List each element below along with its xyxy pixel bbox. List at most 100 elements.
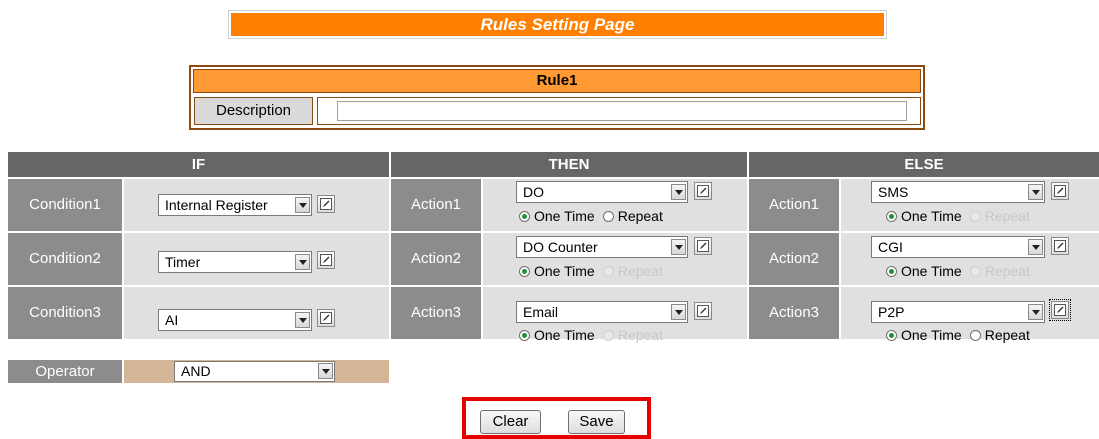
- else-action-value: CGI: [878, 239, 903, 255]
- operator-value: AND: [181, 363, 211, 379]
- chevron-down-icon[interactable]: [295, 197, 310, 213]
- repeat-radio[interactable]: [602, 266, 614, 277]
- repeat-mode-group: One Time Repeat: [886, 327, 1030, 343]
- clear-button[interactable]: Clear: [480, 410, 541, 434]
- repeat-radio[interactable]: [969, 266, 981, 277]
- repeat-label: Repeat: [617, 327, 663, 343]
- else-header: ELSE: [749, 152, 1099, 177]
- condition-label: Condition1: [8, 179, 122, 231]
- chevron-down-icon[interactable]: [295, 312, 310, 328]
- else-action-label: Action1: [749, 179, 839, 231]
- one-time-label: One Time: [534, 263, 595, 279]
- then-action-label: Action2: [391, 233, 481, 285]
- one-time-label: One Time: [901, 263, 962, 279]
- page-title-bar: Rules Setting Page: [228, 10, 887, 39]
- else-action-label: Action3: [749, 287, 839, 339]
- one-time-label: One Time: [534, 208, 595, 224]
- one-time-radio[interactable]: [519, 330, 530, 341]
- then-action-cell: DO One Time Repeat: [483, 179, 747, 231]
- edit-icon[interactable]: [317, 195, 335, 213]
- repeat-label: Repeat: [984, 327, 1030, 343]
- condition-value: Timer: [165, 254, 201, 270]
- description-cell: [317, 97, 921, 125]
- chevron-down-icon[interactable]: [318, 363, 333, 379]
- repeat-mode-group: One Time Repeat: [886, 208, 1030, 224]
- edit-icon[interactable]: [694, 237, 712, 255]
- edit-icon[interactable]: [694, 302, 712, 320]
- repeat-label: Repeat: [617, 263, 663, 279]
- repeat-mode-group: One Time Repeat: [519, 263, 663, 279]
- chevron-down-icon[interactable]: [671, 304, 686, 320]
- edit-icon[interactable]: [1049, 299, 1071, 321]
- condition-cell: Internal Register: [124, 179, 389, 231]
- then-action-label: Action3: [391, 287, 481, 339]
- condition-value: Internal Register: [165, 197, 268, 213]
- chevron-down-icon[interactable]: [671, 184, 686, 200]
- rule-grid: IF THEN ELSE Condition1 Internal Registe…: [8, 152, 1099, 383]
- then-action-value: DO Counter: [523, 239, 598, 255]
- chevron-down-icon[interactable]: [1028, 239, 1043, 255]
- condition-cell: AI: [124, 287, 389, 339]
- rule-panel: Rule1 Description: [189, 65, 925, 130]
- one-time-radio[interactable]: [886, 330, 897, 341]
- save-button[interactable]: Save: [568, 410, 625, 434]
- then-action-select[interactable]: Email: [516, 301, 688, 323]
- one-time-label: One Time: [534, 327, 595, 343]
- rule-name: Rule1: [193, 69, 921, 93]
- repeat-radio[interactable]: [969, 330, 981, 341]
- condition-cell: Timer: [124, 233, 389, 285]
- chevron-down-icon[interactable]: [1028, 184, 1043, 200]
- then-action-select[interactable]: DO: [516, 181, 688, 203]
- one-time-label: One Time: [901, 327, 962, 343]
- then-action-cell: Email One Time Repeat: [483, 287, 747, 343]
- else-action-select[interactable]: SMS: [871, 181, 1045, 203]
- condition-select[interactable]: Internal Register: [158, 194, 312, 216]
- else-action-cell: CGI One Time Repeat: [841, 233, 1099, 285]
- edit-icon[interactable]: [1051, 237, 1069, 255]
- edit-icon[interactable]: [1051, 182, 1069, 200]
- else-action-select[interactable]: CGI: [871, 236, 1045, 258]
- repeat-radio[interactable]: [602, 330, 614, 341]
- else-action-cell: P2P One Time Repeat: [841, 287, 1099, 343]
- else-action-label: Action2: [749, 233, 839, 285]
- repeat-mode-group: One Time Repeat: [886, 263, 1030, 279]
- condition-label: Condition2: [8, 233, 122, 285]
- description-input[interactable]: [337, 101, 907, 121]
- one-time-radio[interactable]: [519, 211, 530, 222]
- condition-select[interactable]: AI: [158, 309, 312, 331]
- operator-select[interactable]: AND: [174, 361, 335, 382]
- edit-icon[interactable]: [694, 182, 712, 200]
- repeat-radio[interactable]: [969, 211, 981, 222]
- else-action-value: SMS: [878, 184, 909, 200]
- condition-value: AI: [165, 312, 179, 328]
- repeat-radio[interactable]: [602, 211, 614, 222]
- description-label: Description: [194, 97, 313, 125]
- edit-icon[interactable]: [317, 309, 335, 327]
- page-title: Rules Setting Page: [231, 13, 884, 36]
- else-action-select[interactable]: P2P: [871, 301, 1045, 323]
- repeat-label: Repeat: [617, 208, 663, 224]
- then-action-value: DO: [523, 184, 544, 200]
- then-action-value: Email: [523, 304, 559, 320]
- then-action-cell: DO Counter One Time Repeat: [483, 233, 747, 285]
- one-time-radio[interactable]: [886, 211, 897, 222]
- edit-icon[interactable]: [317, 251, 335, 269]
- condition-select[interactable]: Timer: [158, 251, 312, 273]
- else-action-value: P2P: [878, 304, 905, 320]
- one-time-radio[interactable]: [519, 266, 530, 277]
- chevron-down-icon[interactable]: [295, 254, 310, 270]
- chevron-down-icon[interactable]: [1028, 304, 1043, 320]
- then-action-select[interactable]: DO Counter: [516, 236, 688, 258]
- repeat-label: Repeat: [984, 208, 1030, 224]
- repeat-mode-group: One Time Repeat: [519, 327, 663, 343]
- one-time-radio[interactable]: [886, 266, 897, 277]
- one-time-label: One Time: [901, 208, 962, 224]
- repeat-mode-group: One Time Repeat: [519, 208, 663, 224]
- else-action-cell: SMS One Time Repeat: [841, 179, 1099, 231]
- condition-label: Condition3: [8, 287, 122, 339]
- action-buttons-highlight: Clear Save: [462, 397, 651, 439]
- repeat-label: Repeat: [984, 263, 1030, 279]
- operator-cell: AND: [124, 360, 389, 383]
- operator-label: Operator: [8, 360, 122, 383]
- chevron-down-icon[interactable]: [671, 239, 686, 255]
